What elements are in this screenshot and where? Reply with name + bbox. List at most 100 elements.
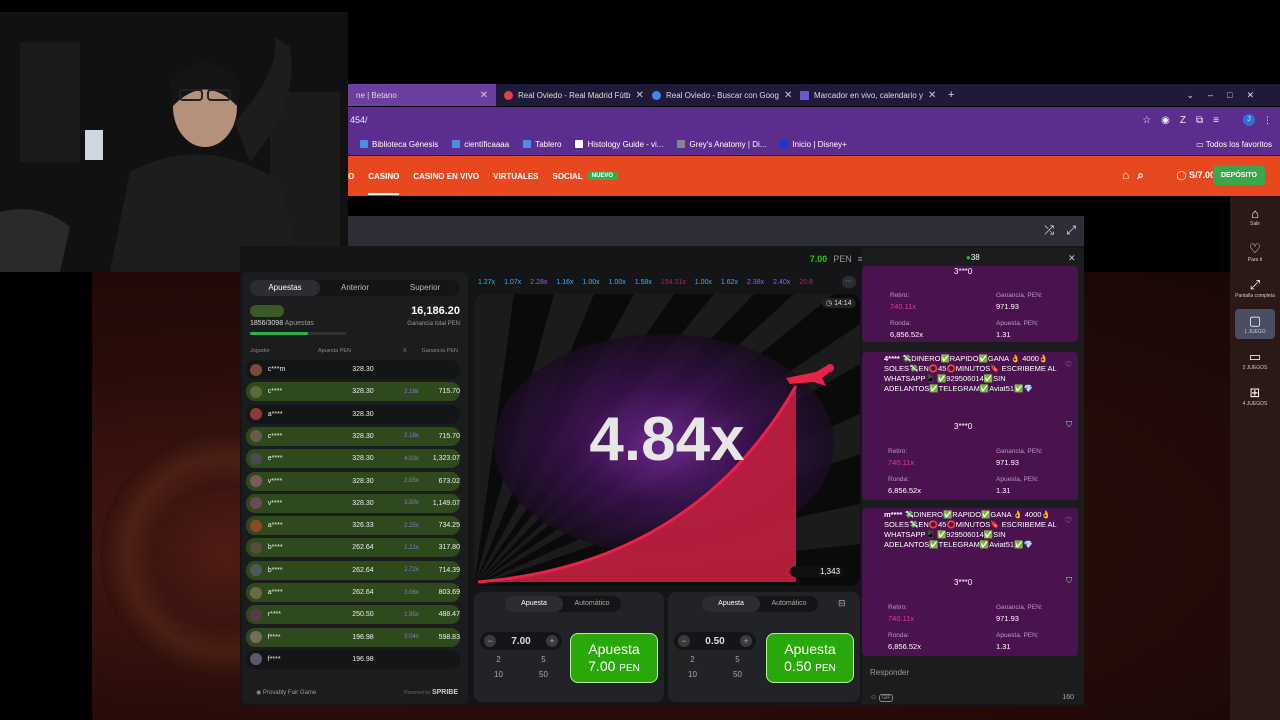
browser-tab[interactable]: Marcador en vivo, calendario y ✕ [792, 84, 940, 106]
close-tab-icon[interactable]: ✕ [480, 90, 488, 101]
bookmark-item[interactable]: Tablero [523, 139, 561, 149]
powered-by: Powered by SPRIBE [404, 689, 458, 696]
history-multiplier: 1.00x [582, 278, 600, 286]
multiplier-history: 1.27x 1.07x 2.28x 1.16x 1.00x 1.00x 1.58x 154.3… [478, 274, 858, 290]
browser-tab[interactable]: ne | Betano ✕ [348, 84, 496, 106]
bookmark-item[interactable]: Inicio | Disney+ [780, 139, 847, 149]
mode-apuesta[interactable]: Apuesta [702, 596, 760, 612]
table-row: v**** 328.30 3.50x 1,149.07 [246, 493, 460, 513]
player-name: v**** [267, 499, 283, 507]
browser-tab[interactable]: Real Oviedo - Real Madrid Fútb ✕ [496, 84, 644, 106]
mode-apuesta[interactable]: Apuesta [505, 596, 563, 612]
nav-item-casino[interactable]: CASINO [368, 172, 400, 195]
bet-amount-value[interactable]: 7.00 [511, 636, 530, 647]
close-chat-icon[interactable]: ✕ [1068, 253, 1076, 264]
quick-amount[interactable]: 5 [521, 655, 566, 664]
tab-title: Real Oviedo - Real Madrid Fútb [518, 90, 631, 100]
url-text: 454/ [350, 115, 368, 125]
single-game-icon: ▢ [1248, 313, 1262, 328]
table-row: v**** 328.30 2.05x 673.02 [246, 471, 460, 491]
bet-amount: 196.98 [352, 655, 374, 663]
tab-title: Real Oviedo - Buscar con Goog [666, 90, 779, 100]
bet-amount: 328.30 [352, 499, 374, 507]
close-tab-icon[interactable]: ✕ [636, 90, 644, 101]
bookmark-item[interactable]: Biblioteca Génesis [360, 139, 438, 149]
minus-icon[interactable]: − [484, 635, 496, 647]
history-more-icon[interactable]: ⋯ [842, 276, 856, 288]
cashout-multiplier: 2.18x [404, 388, 419, 395]
address-bar[interactable]: 454/ ☆◉Z⧉≡ J ⋮ [348, 107, 1280, 133]
bookmark-icon [780, 139, 789, 148]
provably-fair[interactable]: ◉ Provably Fair Game [256, 689, 316, 696]
profile-avatar[interactable]: J [1243, 114, 1255, 126]
tab-superior[interactable]: Superior [390, 280, 460, 296]
rail-fullscreen[interactable]: ⤢ Pantalla completa [1235, 273, 1275, 303]
chat-message-card: m**** 💸DINERO✅RAPIDO✅GANA 👌 4000👌SOLES💸E… [862, 508, 1078, 656]
gift-search-icons[interactable]: ⌂⌕ [1122, 168, 1152, 183]
new-tab-button[interactable]: + [948, 89, 954, 101]
quick-amount[interactable]: 10 [670, 670, 715, 679]
kv-apuesta: Apuesta, PEN: 1.31 [996, 320, 1039, 339]
mode-automatico[interactable]: Automático [760, 596, 818, 612]
bookmark-item[interactable]: científicaaaa [452, 139, 509, 149]
plus-icon[interactable]: + [546, 635, 558, 647]
rail-two-games[interactable]: ▭ 2 JUEGOS [1235, 345, 1275, 375]
nav-item-virtuales[interactable]: VIRTUALES [493, 172, 538, 181]
bet-amount-value[interactable]: 0.50 [705, 636, 724, 647]
rail-for-you[interactable]: ♡ Para ti [1235, 237, 1275, 267]
bet-amount-stepper-2[interactable]: − 0.50 + [674, 632, 756, 650]
quick-amounts-1: 2 5 10 50 [476, 655, 566, 679]
account-balance[interactable]: ◯ S/7.00 [1176, 170, 1215, 181]
chat-reply-box[interactable]: Responder ☺ GIF 160 [866, 664, 1080, 704]
history-multiplier: 20.8 [799, 278, 813, 286]
place-bet-button-2[interactable]: Apuesta 0.50 PEN [766, 633, 854, 683]
cashout-multiplier: 2.18x [404, 433, 419, 440]
bookmark-item[interactable]: Grey's Anatomy | Di... [677, 139, 766, 149]
webcam-overlay [0, 12, 348, 272]
player-name: a**** [267, 589, 283, 596]
emoji-gif-buttons[interactable]: ☺ GIF [870, 694, 894, 702]
close-tab-icon[interactable]: ✕ [928, 90, 936, 101]
quick-amount[interactable]: 2 [476, 655, 521, 664]
table-row: c**** 328.30 2.18x 715.70 [246, 382, 460, 402]
rail-four-games[interactable]: ⊞ 4 JUEGOS [1235, 381, 1275, 411]
menu-icon[interactable]: ⋮ [1263, 115, 1272, 126]
quick-amount[interactable]: 50 [715, 670, 760, 679]
like-icon[interactable]: ♡ [1065, 516, 1072, 525]
bet-amount-stepper-1[interactable]: − 7.00 + [480, 632, 562, 650]
rail-one-game[interactable]: ▢ 1 JUEGO [1235, 309, 1275, 339]
chat-message-text: m**** 💸DINERO✅RAPIDO✅GANA 👌 4000👌SOLES💸E… [884, 510, 1057, 549]
table-row: a**** 328.30 [246, 404, 460, 424]
kv-ronda: Ronda: 6,856.52x [890, 320, 923, 339]
window-controls[interactable]: ⌄–□✕ [1186, 90, 1268, 101]
quick-amount[interactable]: 50 [521, 670, 566, 679]
bookmark-item[interactable]: Histology Guide - vi... [575, 139, 663, 149]
nav-item-partial[interactable]: O [348, 172, 354, 181]
nav-item-social[interactable]: SOCIAL [553, 172, 583, 181]
quick-amount[interactable]: 2 [670, 655, 715, 664]
remove-panel-icon[interactable]: ⊟ [838, 598, 846, 609]
tab-anterior[interactable]: Anterior [320, 280, 390, 296]
quick-amount[interactable]: 10 [476, 670, 521, 679]
tab-apuestas[interactable]: Apuestas [250, 280, 320, 296]
shuffle-icon[interactable]: ⤮ [1044, 223, 1054, 238]
browser-tab[interactable]: Real Oviedo - Buscar con Goog ✕ [644, 84, 792, 106]
fullscreen-icon[interactable]: ⤢ [1066, 223, 1076, 238]
minus-icon[interactable]: − [678, 635, 690, 647]
two-games-icon: ▭ [1248, 349, 1262, 364]
nav-item-casino-en-vivo[interactable]: CASINO EN VIVO [413, 172, 479, 181]
toolbar-icons[interactable]: ☆◉Z⧉≡ [1142, 115, 1229, 126]
bet-amount: 328.30 [352, 455, 374, 463]
bet-amount: 262.64 [352, 589, 374, 596]
place-bet-button-1[interactable]: Apuesta 7.00 PEN [570, 633, 658, 683]
deposit-button[interactable]: DEPÓSITO [1212, 166, 1265, 185]
mode-automatico[interactable]: Automático [563, 596, 621, 612]
quick-amount[interactable]: 5 [715, 655, 760, 664]
rail-exit[interactable]: ⌂ Salir [1235, 202, 1275, 231]
like-icon[interactable]: ♡ [1065, 360, 1072, 369]
reply-placeholder[interactable]: Responder [866, 664, 1080, 681]
close-tab-icon[interactable]: ✕ [784, 90, 792, 101]
plus-icon[interactable]: + [740, 635, 752, 647]
all-bookmarks[interactable]: ▭ Todos los favoritos [1196, 140, 1272, 149]
player-name: b**** [267, 544, 283, 552]
